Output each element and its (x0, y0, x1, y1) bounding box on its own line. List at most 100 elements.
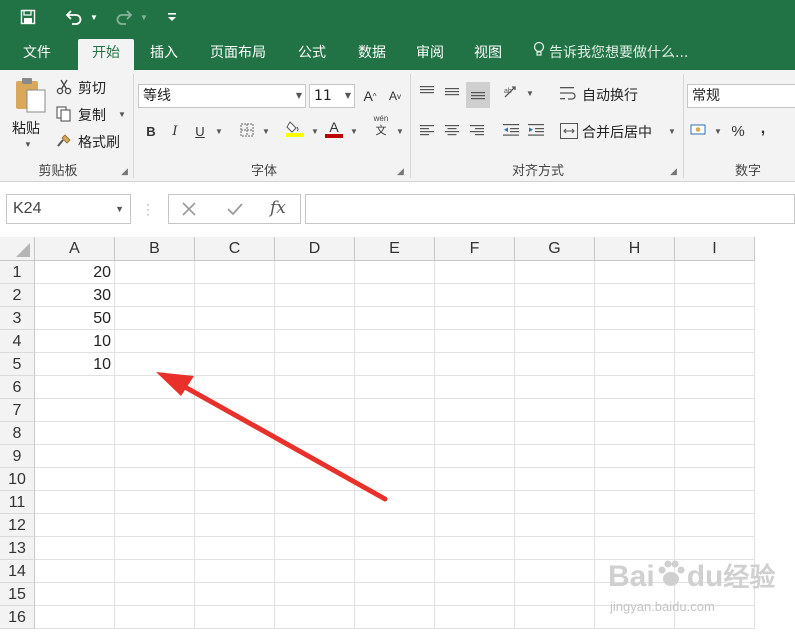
cell-d9[interactable] (275, 445, 355, 468)
tab-page-layout[interactable]: 页面布局 (200, 39, 276, 70)
borders-button[interactable] (236, 120, 258, 142)
cell-i6[interactable] (675, 376, 755, 399)
cell-h7[interactable] (595, 399, 675, 422)
align-left-button[interactable] (416, 120, 438, 142)
cell-c14[interactable] (195, 560, 275, 583)
align-center-button[interactable] (441, 120, 463, 142)
cell-d14[interactable] (275, 560, 355, 583)
cell-h4[interactable] (595, 330, 675, 353)
cell-a4[interactable]: 10 (35, 330, 115, 353)
font-color-button[interactable]: A (322, 118, 346, 140)
tab-view[interactable]: 视图 (464, 39, 512, 70)
italic-button[interactable]: I (164, 120, 186, 142)
cell-i4[interactable] (675, 330, 755, 353)
cell-g6[interactable] (515, 376, 595, 399)
row-header-5[interactable]: 5 (0, 353, 35, 376)
name-box-dropdown-icon[interactable]: ▼ (115, 195, 124, 223)
redo-icon[interactable] (112, 6, 136, 28)
cell-a13[interactable] (35, 537, 115, 560)
cell-b10[interactable] (115, 468, 195, 491)
cancel-icon[interactable] (181, 201, 197, 220)
cell-b2[interactable] (115, 284, 195, 307)
phonetic-guide-button[interactable]: wén 文 (370, 114, 392, 140)
tab-home[interactable]: 开始 (78, 39, 134, 70)
cell-i3[interactable] (675, 307, 755, 330)
cell-h5[interactable] (595, 353, 675, 376)
row-header-9[interactable]: 9 (0, 445, 35, 468)
cell-b7[interactable] (115, 399, 195, 422)
cell-i7[interactable] (675, 399, 755, 422)
cell-e4[interactable] (355, 330, 435, 353)
cell-a6[interactable] (35, 376, 115, 399)
cell-e3[interactable] (355, 307, 435, 330)
paste-button[interactable] (10, 76, 50, 120)
cell-b14[interactable] (115, 560, 195, 583)
row-header-14[interactable]: 14 (0, 560, 35, 583)
cell-c15[interactable] (195, 583, 275, 606)
cell-i11[interactable] (675, 491, 755, 514)
cell-a2[interactable]: 30 (35, 284, 115, 307)
cell-f6[interactable] (435, 376, 515, 399)
cell-b9[interactable] (115, 445, 195, 468)
cell-b6[interactable] (115, 376, 195, 399)
cell-g14[interactable] (515, 560, 595, 583)
cell-g8[interactable] (515, 422, 595, 445)
cell-e13[interactable] (355, 537, 435, 560)
cell-d2[interactable] (275, 284, 355, 307)
save-icon[interactable] (16, 6, 40, 28)
column-header-i[interactable]: I (675, 237, 755, 261)
orientation-button[interactable]: ab (500, 82, 522, 104)
cell-b1[interactable] (115, 261, 195, 284)
cell-i2[interactable] (675, 284, 755, 307)
cell-g13[interactable] (515, 537, 595, 560)
tab-formulas[interactable]: 公式 (288, 39, 336, 70)
cell-h3[interactable] (595, 307, 675, 330)
cell-a5[interactable]: 10 (35, 353, 115, 376)
column-header-g[interactable]: G (515, 237, 595, 261)
cell-a10[interactable] (35, 468, 115, 491)
tab-file[interactable]: 文件 (12, 39, 62, 70)
cell-i9[interactable] (675, 445, 755, 468)
cell-f5[interactable] (435, 353, 515, 376)
font-name-dropdown-icon[interactable]: ▼ (296, 85, 302, 107)
cell-e10[interactable] (355, 468, 435, 491)
cell-e14[interactable] (355, 560, 435, 583)
cell-g7[interactable] (515, 399, 595, 422)
cell-f15[interactable] (435, 583, 515, 606)
copy-dropdown-icon[interactable]: ▼ (118, 110, 126, 119)
font-name-combo[interactable]: 等线 ▼ (138, 84, 306, 108)
cell-a15[interactable] (35, 583, 115, 606)
cell-d8[interactable] (275, 422, 355, 445)
cell-c12[interactable] (195, 514, 275, 537)
row-header-10[interactable]: 10 (0, 468, 35, 491)
cell-e5[interactable] (355, 353, 435, 376)
cell-f14[interactable] (435, 560, 515, 583)
cell-i1[interactable] (675, 261, 755, 284)
cell-g9[interactable] (515, 445, 595, 468)
cell-f7[interactable] (435, 399, 515, 422)
font-launcher-icon[interactable]: ◢ (397, 166, 404, 177)
undo-icon[interactable] (62, 6, 86, 28)
fill-color-dropdown-icon[interactable]: ▼ (311, 127, 319, 136)
cell-d1[interactable] (275, 261, 355, 284)
cell-e11[interactable] (355, 491, 435, 514)
cell-b15[interactable] (115, 583, 195, 606)
cell-c11[interactable] (195, 491, 275, 514)
cell-c9[interactable] (195, 445, 275, 468)
cell-b8[interactable] (115, 422, 195, 445)
cell-a7[interactable] (35, 399, 115, 422)
font-size-dropdown-icon[interactable]: ▼ (345, 85, 351, 107)
cell-d12[interactable] (275, 514, 355, 537)
cell-b4[interactable] (115, 330, 195, 353)
cell-i12[interactable] (675, 514, 755, 537)
cell-g3[interactable] (515, 307, 595, 330)
cell-c5[interactable] (195, 353, 275, 376)
cell-b5[interactable] (115, 353, 195, 376)
underline-button[interactable]: U (189, 120, 211, 142)
clipboard-launcher-icon[interactable]: ◢ (121, 166, 128, 177)
font-size-combo[interactable]: 11 ▼ (309, 84, 355, 108)
align-bottom-button[interactable] (466, 82, 490, 108)
cell-g2[interactable] (515, 284, 595, 307)
paste-label[interactable]: 粘贴 (12, 118, 40, 138)
borders-dropdown-icon[interactable]: ▼ (262, 127, 270, 136)
